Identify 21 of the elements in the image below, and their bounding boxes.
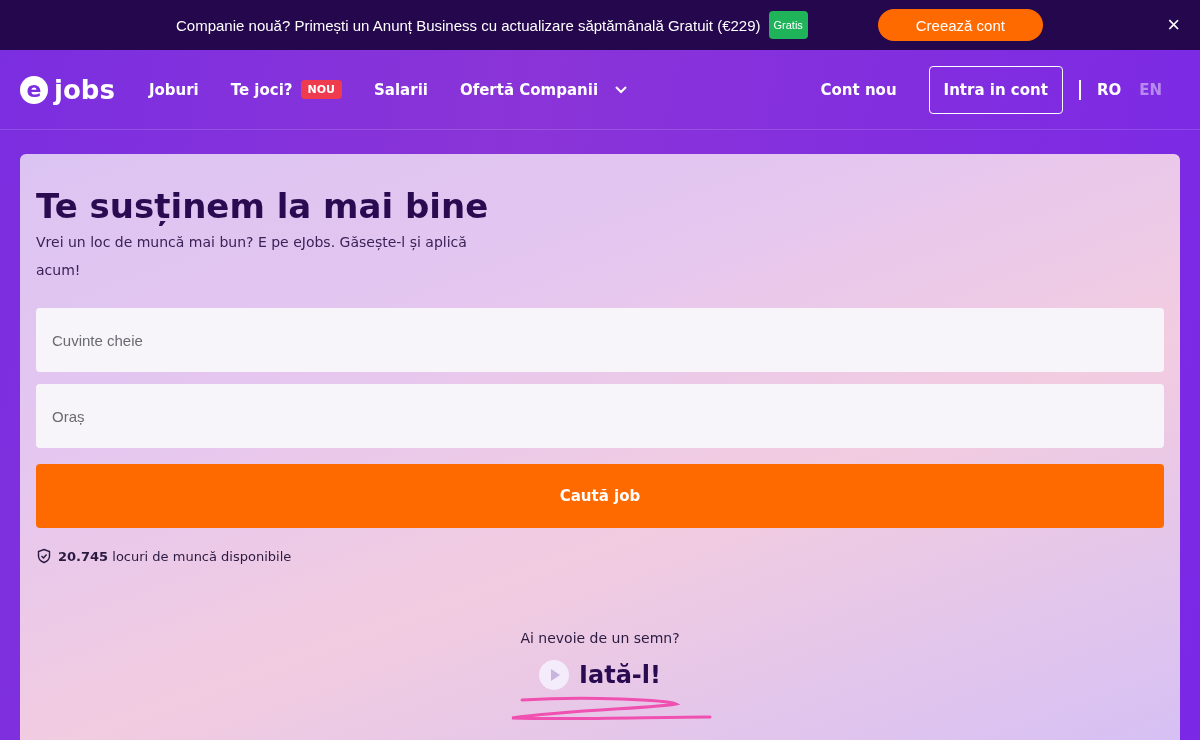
logo[interactable]: e jobs (20, 74, 115, 105)
nav-link[interactable]: Joburi (148, 80, 199, 99)
city-field[interactable]: Oraș (36, 384, 1164, 448)
play-icon (539, 660, 570, 690)
nav-link[interactable]: Ofertă Companii (459, 80, 599, 99)
nav-link[interactable]: Te joci? (230, 80, 293, 99)
jobs-count: 20.745 locuri de muncă disponibile (58, 548, 292, 564)
keyword-field[interactable]: Cuvinte cheie (36, 308, 1164, 372)
shield-check-icon (36, 548, 52, 564)
hero-title: Te susținem la mai bine (36, 186, 490, 226)
new-badge: NOU (300, 80, 343, 99)
signup-link[interactable]: Cont nou (820, 80, 897, 99)
language-link[interactable]: RO (1096, 80, 1122, 99)
login-button[interactable]: Intra in cont (928, 65, 1063, 114)
nav-link[interactable]: Salarii (374, 80, 428, 99)
hero-subtitle: Vrei un loc de muncă mai bun? E pe eJobs. Găsește-l și aplică acum! (36, 233, 468, 280)
video-prompt: Ai nevoie de un semn? (520, 630, 680, 646)
close-button[interactable]: × (1163, 14, 1184, 36)
promo-text: Companie nouă? Primești un Anunț Business cu actualizare săptămânală Gratuit (€229) (176, 16, 761, 34)
gratis-badge: Gratis (768, 11, 808, 39)
video-link[interactable]: Iată-l! (539, 660, 661, 690)
